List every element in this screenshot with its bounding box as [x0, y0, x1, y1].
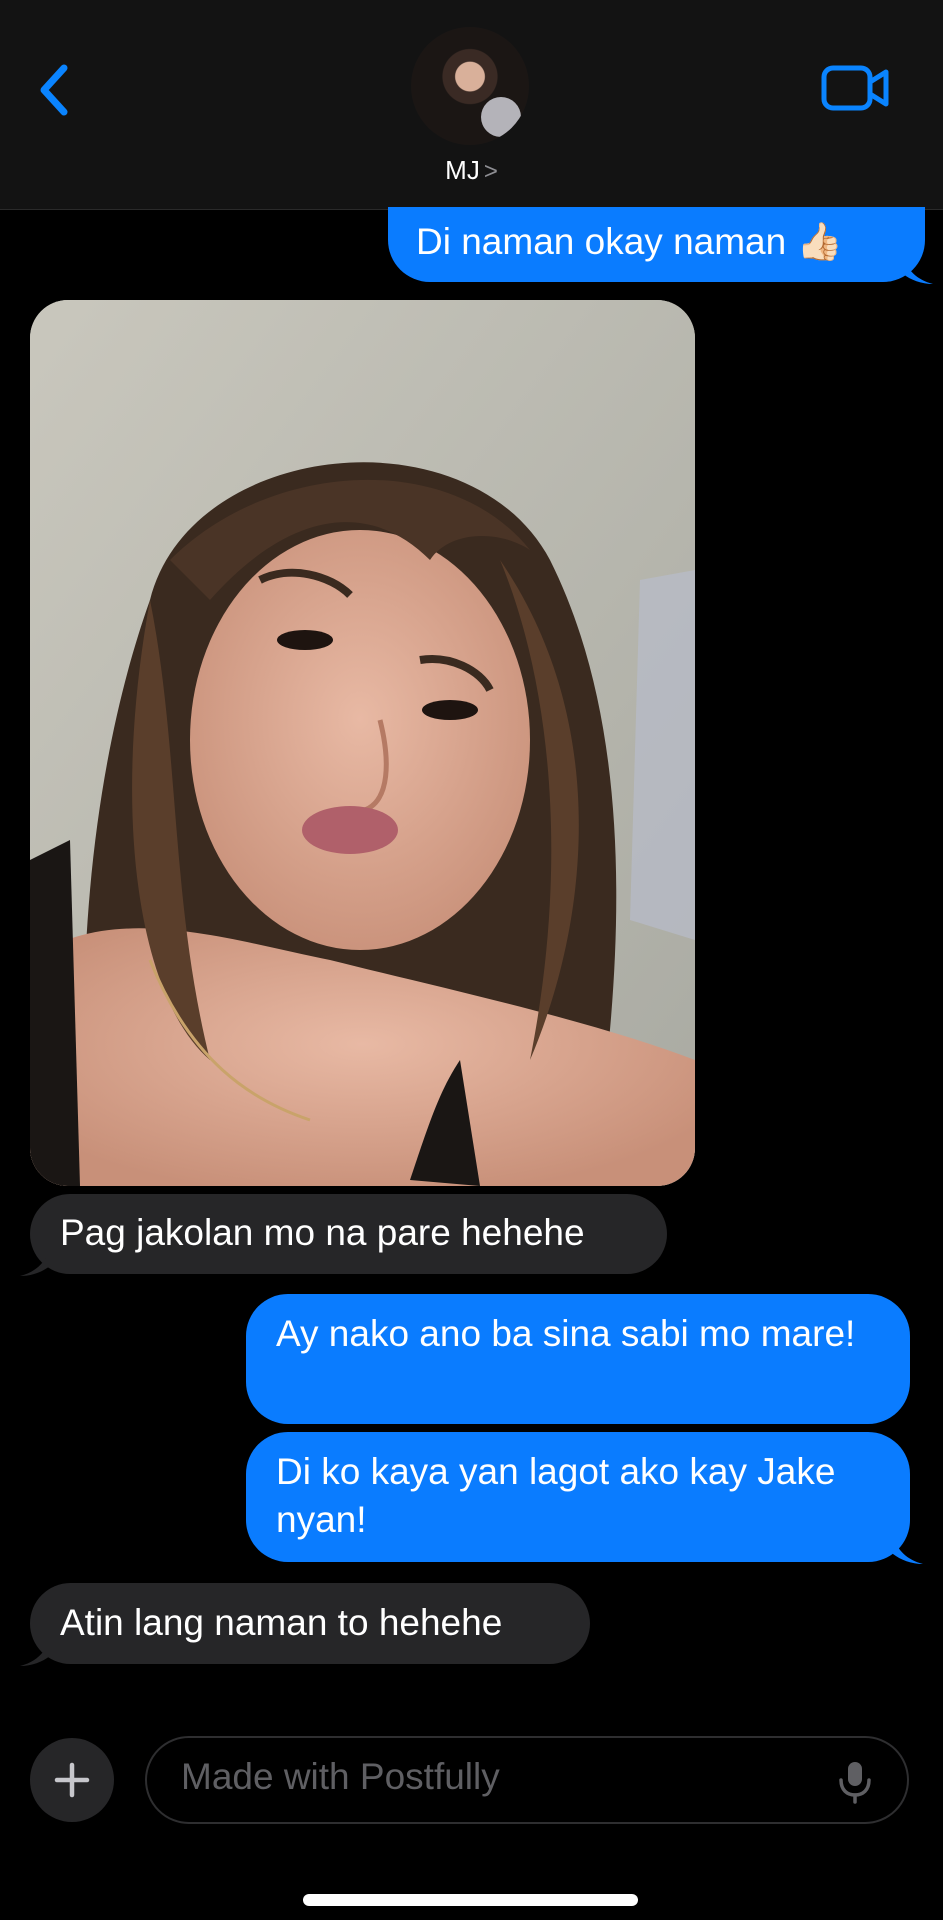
add-attachment-button[interactable] [30, 1738, 114, 1822]
message-bubble-outgoing[interactable]: Di ko kaya yan lagot ako kay Jake nyan! [246, 1432, 910, 1562]
avatar[interactable] [411, 27, 529, 145]
chevron-left-icon [40, 64, 68, 116]
video-call-button[interactable] [820, 62, 892, 114]
microphone-icon[interactable] [835, 1760, 875, 1804]
message-bubble-incoming[interactable]: Atin lang naman to hehehe [30, 1583, 590, 1664]
message-bubble-outgoing[interactable]: Ay nako ano ba sina sabi mo mare! [246, 1294, 910, 1424]
message-text: Pag jakolan mo na pare hehehe [60, 1212, 585, 1253]
bubble-tail [20, 1248, 50, 1276]
plus-icon [54, 1762, 90, 1798]
video-camera-icon [821, 65, 889, 111]
bubble-tail [20, 1638, 50, 1666]
message-text: Atin lang naman to hehehe [60, 1602, 503, 1643]
contact-name-button[interactable]: MJ > [0, 155, 943, 186]
conversation-header: MJ > [0, 0, 943, 210]
message-input-placeholder: Made with Postfully [181, 1756, 500, 1797]
message-bubble-outgoing[interactable]: Di naman okay naman 👍🏻 [388, 207, 925, 282]
home-indicator[interactable] [303, 1894, 638, 1906]
message-text: Di naman okay naman 👍🏻 [416, 221, 843, 262]
back-button[interactable] [34, 60, 78, 120]
contact-name: MJ [445, 155, 480, 185]
bubble-tail [903, 256, 933, 284]
message-input[interactable]: Made with Postfully [145, 1736, 909, 1824]
photo-image [30, 300, 695, 1186]
message-text: Di ko kaya yan lagot ako kay Jake nyan! [276, 1451, 836, 1540]
bubble-tail [893, 1536, 923, 1564]
message-text: Ay nako ano ba sina sabi mo mare! [276, 1313, 856, 1354]
message-image[interactable] [30, 300, 695, 1186]
chevron-right-icon: > [483, 158, 498, 185]
message-bubble-incoming[interactable]: Pag jakolan mo na pare hehehe [30, 1194, 667, 1274]
